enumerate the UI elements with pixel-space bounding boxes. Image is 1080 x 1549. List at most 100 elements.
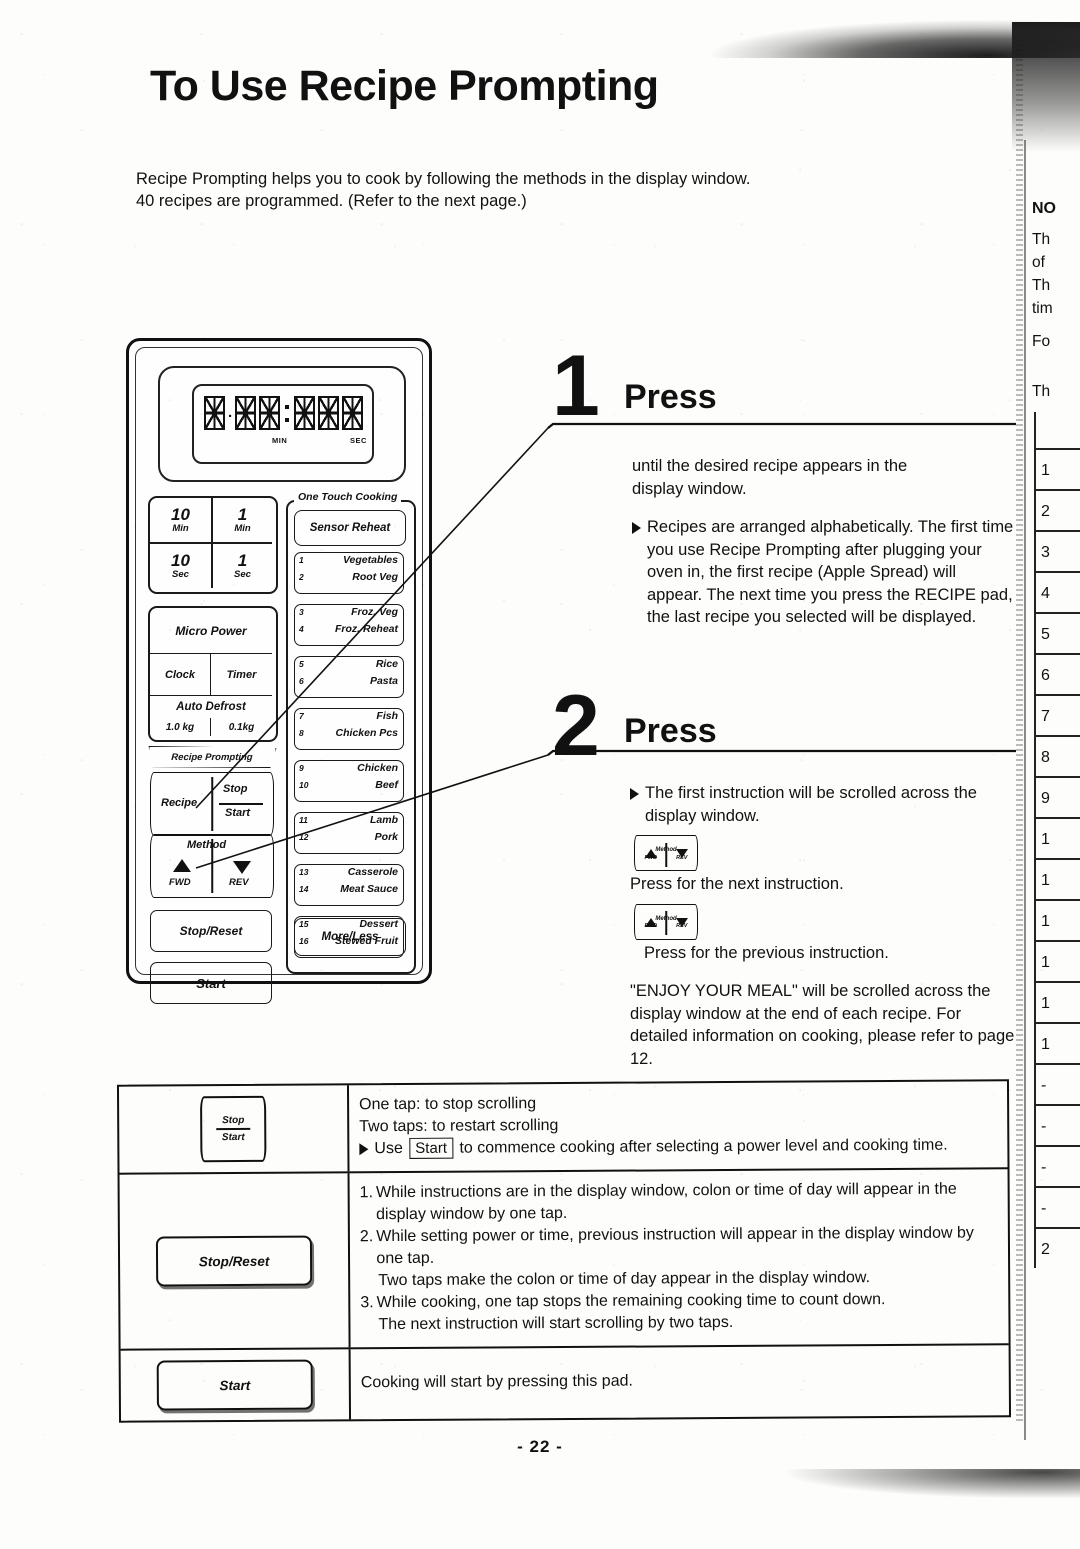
step-1-body: until the desired recipe appears in the … — [632, 455, 1014, 629]
adjacent-note-line: tim — [1032, 300, 1053, 317]
one-touch-pad[interactable]: 11 Lamb 12 Pork — [294, 812, 404, 854]
one-touch-pad[interactable]: 1 Vegetables 2 Root Veg — [294, 552, 404, 594]
start-label: Start — [221, 1131, 245, 1143]
time-pad-1-min[interactable]: 1 Min — [212, 498, 272, 543]
intro-paragraph: Recipe Prompting helps you to cook by fo… — [136, 168, 836, 212]
adjacent-recipe-table: 123456789111111----2 — [1034, 412, 1080, 1268]
display-digit — [294, 396, 316, 430]
step-2-heading: Press — [624, 712, 717, 750]
one-touch-label: Beef — [375, 779, 398, 791]
one-touch-pad[interactable]: 3 Froz. Veg 4 Froz. Reheat — [294, 604, 404, 646]
table-text-cell: One tap: to stop scrolling Two taps: to … — [349, 1081, 1008, 1171]
adjacent-page-edge — [1024, 140, 1026, 1440]
stop-start-divider — [219, 803, 263, 805]
time-pad-1-sec[interactable]: 1 Sec — [212, 543, 272, 588]
step-2-number: 2 — [552, 678, 600, 774]
page-title: To Use Recipe Prompting — [150, 62, 659, 110]
method-pad-rev-icon: Method FWD REV — [634, 903, 698, 940]
clock-button[interactable]: Clock — [150, 654, 211, 696]
one-touch-pad[interactable]: 9 Chicken 10 Beef — [294, 760, 404, 802]
auto-defrost-label: Auto Defrost — [176, 701, 246, 713]
method-label: Method — [187, 839, 227, 851]
display-digit — [259, 396, 281, 430]
recipe-stop-start-pad[interactable]: Recipe Stop Start — [150, 772, 274, 836]
display-digit — [235, 396, 257, 430]
page-number: - 22 - — [517, 1437, 563, 1456]
start-description: Cooking will start by pressing this pad. — [360, 1372, 633, 1392]
mini-sublabels: FWD REV — [635, 915, 697, 938]
display-digit — [318, 396, 340, 430]
step-1-bullet-text: Recipes are arranged alphabetically. The… — [647, 518, 1014, 626]
one-touch-number: 8 — [299, 728, 304, 738]
mini-fwd-label: FWD — [644, 923, 658, 929]
more-less-button[interactable]: More/Less — [294, 918, 406, 956]
one-touch-label: Chicken — [357, 762, 398, 774]
one-touch-number: 3 — [299, 607, 304, 617]
step-2-next-caption: Press for the next instruction. — [630, 875, 844, 893]
sensor-reheat-button[interactable]: Sensor Reheat — [294, 510, 406, 546]
adjacent-note-label: NO — [1032, 200, 1056, 217]
display-window-outer: . MIN SEC — [158, 366, 406, 482]
recipe-button-label: Recipe — [161, 797, 198, 809]
time-pad-value: 10 — [171, 504, 190, 524]
item-text: While instructions are in the display wi… — [375, 1180, 957, 1224]
adjacent-table-row: 1 — [1036, 1022, 1080, 1063]
time-pad-10-min[interactable]: 10 Min — [150, 498, 212, 543]
one-touch-entry: 2 Root Veg — [295, 570, 403, 587]
panel-inner-frame: . MIN SEC 10 Min 1 Min 10 Sec 1 Sec Micr… — [135, 347, 423, 1004]
numbered-item: 1. While instructions are in the display… — [360, 1178, 996, 1226]
bullet-triangle-icon — [630, 788, 639, 800]
item-text: While cooking, one tap stops the remaini… — [376, 1291, 886, 1312]
stop-reset-pad-icon: Stop/Reset — [155, 1235, 313, 1287]
adjacent-table-row: 4 — [1036, 571, 1080, 612]
one-touch-number: 12 — [299, 832, 309, 842]
step-1-heading: Press — [624, 378, 717, 416]
micro-power-button[interactable]: Micro Power — [150, 608, 272, 654]
mini-rev-label: REV — [676, 923, 688, 929]
time-pad-unit: Min — [172, 522, 189, 534]
scan-shadow-corner — [1012, 22, 1080, 152]
adjacent-table-row: 9 — [1036, 776, 1080, 817]
step-2-bullet-text: The first instruction will be scrolled a… — [645, 784, 977, 825]
one-touch-number: 7 — [299, 711, 304, 721]
one-touch-label: Meat Sauce — [340, 883, 398, 895]
scan-shadow-top — [660, 0, 1080, 58]
adjacent-table-row: - — [1036, 1186, 1080, 1227]
auto-defrost-1kg-button[interactable]: 1.0 kg — [150, 718, 211, 736]
item-number: 2. — [359, 1228, 374, 1246]
one-touch-number: 9 — [299, 763, 304, 773]
stop-reset-button[interactable]: Stop/Reset — [150, 910, 272, 952]
start-pad-icon: Start — [156, 1359, 313, 1411]
time-pad-10-sec[interactable]: 10 Sec — [150, 543, 212, 588]
one-touch-entry: 11 Lamb — [295, 813, 403, 830]
time-pad-unit: Sec — [172, 568, 189, 580]
adjacent-table-row: 1 — [1036, 448, 1080, 489]
one-touch-pad[interactable]: 13 Casserole 14 Meat Sauce — [294, 864, 404, 906]
one-touch-entry: 10 Beef — [295, 778, 403, 795]
adjacent-table-row: - — [1036, 1145, 1080, 1186]
mini-sublabels: FWD REV — [635, 847, 697, 870]
one-touch-entry: 3 Froz. Veg — [295, 605, 403, 622]
one-touch-pad[interactable]: 7 Fish 8 Chicken Pcs — [294, 708, 404, 750]
auto-defrost-0.1kg-button[interactable]: 0.1kg — [211, 718, 272, 736]
one-touch-label: Chicken Pcs — [335, 727, 398, 739]
one-touch-pad[interactable]: 5 Rice 6 Pasta — [294, 656, 404, 698]
one-touch-label: Casserole — [347, 866, 398, 878]
timer-button[interactable]: Timer — [211, 654, 272, 696]
start-button[interactable]: Start — [150, 962, 272, 1004]
one-touch-label: Lamb — [369, 814, 398, 826]
recipe-prompting-banner: Recipe Prompting — [147, 746, 276, 768]
one-touch-label: Pasta — [369, 675, 398, 687]
one-touch-label: Rice — [375, 658, 398, 670]
time-pad-value: 1 — [237, 504, 248, 524]
one-touch-entry: 8 Chicken Pcs — [295, 726, 403, 743]
display-digit — [342, 396, 364, 430]
one-touch-label: Pork — [374, 831, 398, 843]
inline-start-key: Start — [409, 1137, 454, 1159]
bullet-triangle-icon — [632, 522, 641, 534]
step-1-number: 1 — [552, 338, 600, 434]
method-pad-fwd-icon: Method FWD REV — [634, 835, 698, 871]
table-row: Start Cooking will start by pressing thi… — [120, 1345, 1009, 1421]
method-fwd-rev-pad[interactable]: Method FWD REV — [150, 834, 274, 898]
mini-fwd-label: FWD — [644, 854, 658, 861]
